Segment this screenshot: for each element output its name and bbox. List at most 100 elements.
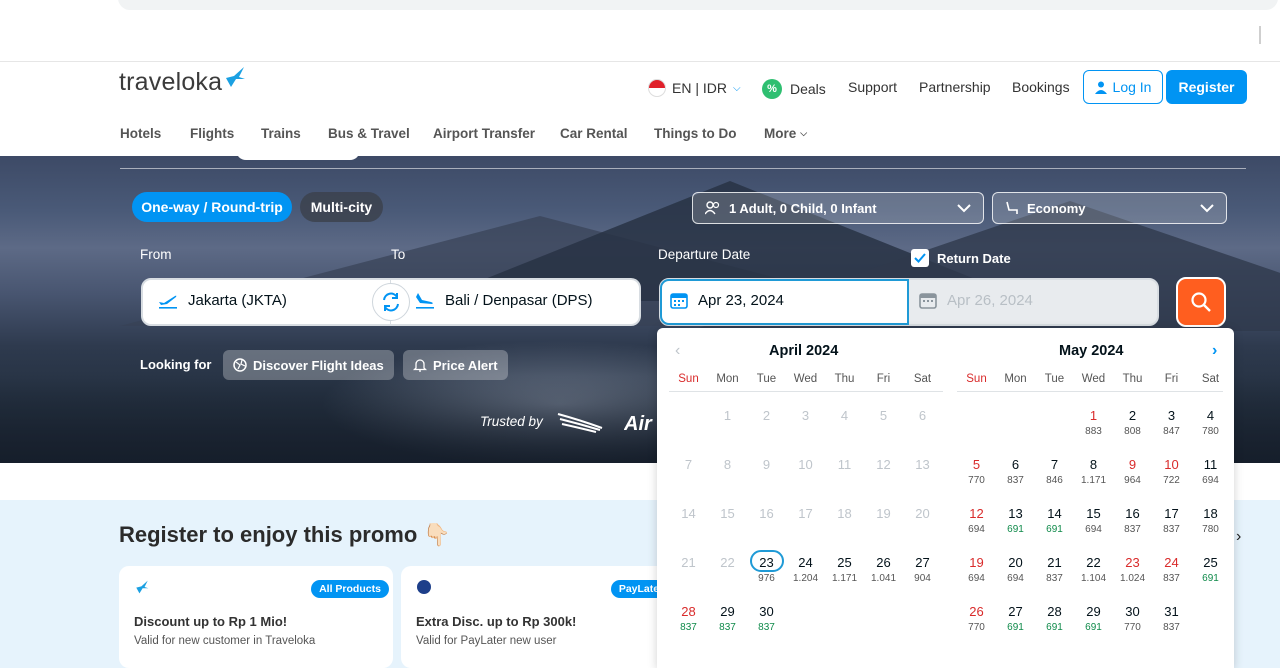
day-price: 691 — [1007, 622, 1024, 633]
calendar-day[interactable]: 26 770 — [957, 604, 996, 633]
register-button[interactable]: Register — [1166, 70, 1247, 104]
calendar-day[interactable]: 29 837 — [708, 604, 747, 633]
calendar-day[interactable]: 21 837 — [1035, 555, 1074, 584]
calendar-day[interactable]: 30 837 — [747, 604, 786, 633]
trip-type-multicity[interactable]: Multi-city — [300, 192, 383, 222]
discover-flight-ideas-button[interactable]: Discover Flight Ideas — [223, 350, 394, 380]
calendar-day[interactable]: 27 691 — [996, 604, 1035, 633]
calendar-day[interactable]: 5 770 — [957, 457, 996, 486]
promo-card-title: Extra Disc. up to Rp 300k! — [416, 614, 577, 629]
calendar-day[interactable]: 30 770 — [1113, 604, 1152, 633]
discover-label: Discover Flight Ideas — [253, 357, 384, 373]
calendar-day[interactable]: 13 691 — [996, 506, 1035, 535]
day-number: 18 — [837, 506, 852, 521]
day-number: 21 — [1047, 555, 1062, 570]
calendar-day[interactable]: 29 691 — [1074, 604, 1113, 633]
calendar-day: 9 — [747, 457, 786, 473]
return-date-input[interactable]: Apr 26, 2024 — [919, 291, 1033, 309]
calendar-day[interactable]: 8 1.171 — [1074, 457, 1113, 486]
subnav-more[interactable]: More ⌵ — [764, 126, 807, 141]
calendar-day[interactable]: 11 694 — [1191, 457, 1230, 486]
weekday-header: Thu — [834, 373, 855, 385]
partnership-link[interactable]: Partnership — [919, 79, 991, 95]
previous-month-icon[interactable]: ‹ — [675, 342, 680, 360]
user-icon — [1094, 81, 1107, 94]
promo-card[interactable]: PayLater Extra Disc. up to Rp 300k! Vali… — [401, 566, 671, 668]
calendar-day[interactable]: 23 1.024 — [1113, 555, 1152, 584]
calendar-day: 13 — [903, 457, 942, 473]
promo-card[interactable]: All Products Discount up to Rp 1 Mio! Va… — [119, 566, 393, 668]
calendar-day: 2 — [747, 408, 786, 424]
calendar-day[interactable]: 26 1.041 — [864, 555, 903, 584]
calendar-day[interactable]: 10 722 — [1152, 457, 1191, 486]
calendar-day[interactable]: 3 847 — [1152, 408, 1191, 437]
calendar-day[interactable]: 7 846 — [1035, 457, 1074, 486]
calendar-day[interactable]: 22 1.104 — [1074, 555, 1113, 584]
svg-text:Air: Air — [624, 413, 653, 435]
promo-card-subtitle: Valid for new customer in Traveloka — [134, 635, 316, 647]
calendar-day[interactable]: 18 780 — [1191, 506, 1230, 535]
calendar-day[interactable]: 27 904 — [903, 555, 942, 584]
calendar-day[interactable]: 25 1.171 — [825, 555, 864, 584]
seat-class-selector[interactable]: Economy — [992, 192, 1227, 224]
calendar-day[interactable]: 9 964 — [1113, 457, 1152, 486]
calendar-day[interactable]: 28 837 — [669, 604, 708, 633]
calendar-day[interactable]: 24 1.204 — [786, 555, 825, 584]
next-month-icon[interactable]: › — [1212, 342, 1217, 360]
calendar-day[interactable]: 28 691 — [1035, 604, 1074, 633]
subnav-trains[interactable]: Trains — [261, 126, 301, 141]
calendar-day[interactable]: 2 808 — [1113, 408, 1152, 437]
subnav-bus-travel[interactable]: Bus & Travel — [328, 126, 410, 141]
destination-input[interactable]: Bali / Denpasar (DPS) — [415, 291, 593, 309]
calendar-day: 3 — [786, 408, 825, 424]
calendar-day[interactable]: 1 883 — [1074, 408, 1113, 437]
traveloka-logo[interactable]: traveloka — [119, 68, 222, 97]
login-button[interactable]: Log In — [1083, 70, 1163, 104]
promo-next-icon[interactable]: › — [1236, 528, 1241, 546]
calendar-day: 19 — [864, 506, 903, 522]
calendar-day[interactable]: 24 837 — [1152, 555, 1191, 584]
trip-type-oneway-roundtrip[interactable]: One-way / Round-trip — [132, 192, 292, 222]
language-selector[interactable]: EN | IDR ⌵ — [648, 79, 741, 97]
price-alert-button[interactable]: Price Alert — [403, 350, 508, 380]
passengers-icon — [705, 201, 720, 215]
day-price: 837 — [1163, 573, 1180, 584]
calendar-day: 7 — [669, 457, 708, 473]
subnav-hotels[interactable]: Hotels — [120, 126, 161, 141]
calendar-day[interactable]: 20 694 — [996, 555, 1035, 584]
calendar-day[interactable]: 17 837 — [1152, 506, 1191, 535]
calendar-day[interactable]: 14 691 — [1035, 506, 1074, 535]
subnav-car-rental[interactable]: Car Rental — [560, 126, 628, 141]
calendar-day[interactable]: 4 780 — [1191, 408, 1230, 437]
login-label: Log In — [1112, 79, 1152, 95]
support-link[interactable]: Support — [848, 79, 897, 95]
day-price: 691 — [1085, 622, 1102, 633]
day-number: 23 — [1125, 555, 1140, 570]
day-price: 1.171 — [831, 573, 858, 584]
calendar-day[interactable]: 31 837 — [1152, 604, 1191, 633]
day-price: 837 — [758, 622, 775, 633]
origin-input[interactable]: Jakarta (JKTA) — [158, 291, 287, 309]
deals-link[interactable]: % Deals — [762, 79, 826, 99]
calendar-day[interactable]: 15 694 — [1074, 506, 1113, 535]
bookings-link[interactable]: Bookings — [1012, 79, 1070, 95]
calendar-day[interactable]: 12 694 — [957, 506, 996, 535]
calendar-day[interactable]: 25 691 — [1191, 555, 1230, 584]
return-date-toggle[interactable]: Return Date — [911, 249, 1011, 267]
calendar-icon — [919, 293, 937, 309]
passenger-selector[interactable]: 1 Adult, 0 Child, 0 Infant — [692, 192, 984, 224]
day-price: 1.104 — [1080, 573, 1107, 584]
subnav-flights[interactable]: Flights — [190, 126, 234, 141]
day-number: 8 — [1089, 457, 1098, 472]
search-flights-button[interactable] — [1176, 277, 1226, 327]
calendar-day[interactable]: 19 694 — [957, 555, 996, 584]
day-price: 837 — [1007, 475, 1024, 486]
calendar-day[interactable]: 6 837 — [996, 457, 1035, 486]
subnav-things-to-do[interactable]: Things to Do — [654, 126, 736, 141]
weekday-header: Tue — [756, 373, 777, 385]
day-number: 25 — [1203, 555, 1218, 570]
calendar-day[interactable]: 16 837 — [1113, 506, 1152, 535]
address-bar[interactable] — [118, 0, 1278, 10]
swap-button[interactable] — [372, 283, 410, 321]
subnav-airport-transfer[interactable]: Airport Transfer — [433, 126, 535, 141]
